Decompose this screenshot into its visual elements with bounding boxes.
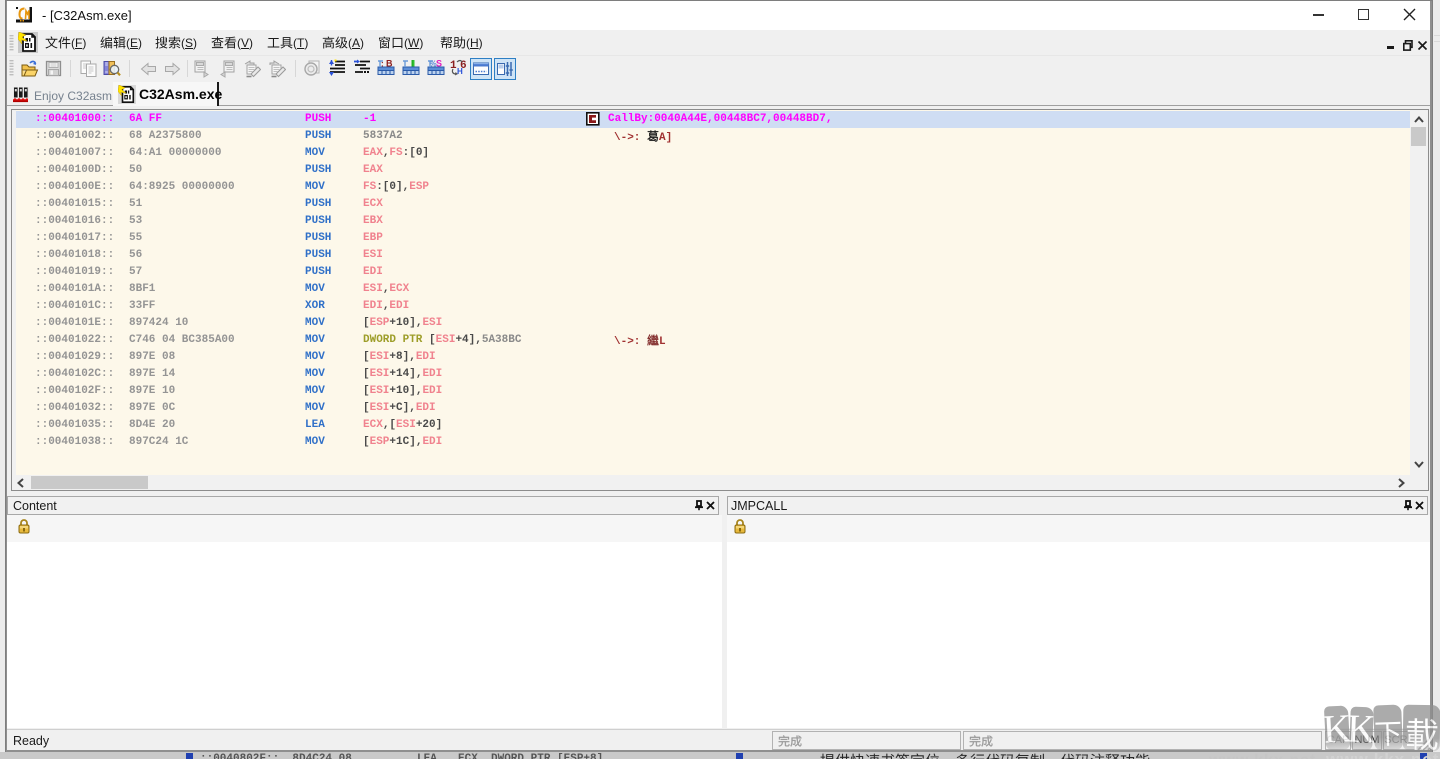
- svg-text:H: H: [457, 67, 463, 76]
- svg-text:B: B: [386, 59, 393, 69]
- svg-text::: :: [381, 60, 384, 69]
- svg-text:l: l: [411, 59, 414, 69]
- svg-text:1: 1: [450, 60, 457, 72]
- svg-text:S: S: [436, 59, 442, 69]
